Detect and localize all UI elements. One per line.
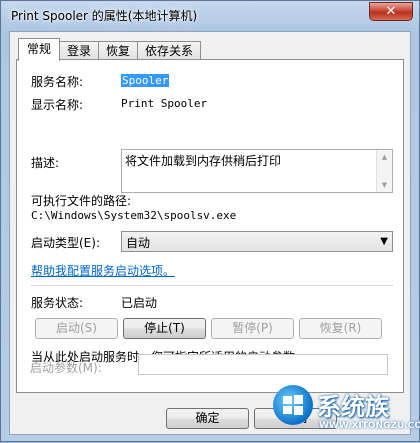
chevron-down-icon: ▼ [380,236,388,247]
start-param-label: 启动参数(M): [30,361,102,375]
exec-path-label: 可执行文件的路径: [31,194,132,208]
service-name-value[interactable]: Spooler [121,74,170,87]
service-name-label: 服务名称: [31,75,84,89]
description-scrollbar[interactable]: ▲ ▼ [376,150,392,192]
properties-dialog: Print Spooler 的属性(本地计算机) ✕ 常规 登录 恢复 依存关系… [0,0,420,442]
description-label: 描述: [31,156,60,170]
tab-recovery[interactable]: 恢复 [98,41,139,60]
pause-button[interactable]: 暂停(P) [211,318,294,339]
close-button[interactable]: ✕ [369,2,413,21]
watermark-url: WWW.XITONGZU.COM [319,421,420,431]
startup-type-value: 自动 [126,236,151,250]
watermark-brand: 系统族 [317,393,389,421]
dialog-client-area: 常规 登录 恢复 依存关系 服务名称: Spooler 显示名称: Print … [9,31,411,435]
display-name-label: 显示名称: [31,98,84,112]
resume-button[interactable]: 恢复(R) [299,318,382,339]
general-panel: 服务名称: Spooler 显示名称: Print Spooler 描述: 将文… [16,59,404,393]
close-icon: ✕ [385,4,397,19]
description-text: 将文件加载到内存供稍后打印 [125,154,282,168]
help-configure-link[interactable]: 帮助我配置服务启动选项。 [31,262,175,279]
startup-type-label: 启动类型(E): [31,236,100,250]
tab-general[interactable]: 常规 [18,38,61,61]
start-param-input[interactable] [138,354,388,375]
stop-button[interactable]: 停止(T) [123,318,206,339]
separator [31,285,393,286]
windows-logo-icon [273,385,313,425]
tab-strip: 常规 登录 恢复 依存关系 [18,38,202,61]
scroll-down-icon[interactable]: ▼ [377,178,392,192]
display-name-value[interactable]: Print Spooler [121,97,207,110]
tab-dependencies[interactable]: 依存关系 [137,41,202,60]
window-title: Print Spooler 的属性(本地计算机) [11,9,198,23]
start-button[interactable]: 启动(S) [35,318,118,339]
description-box[interactable]: 将文件加载到内存供稍后打印 ▲ ▼ [121,149,393,193]
exec-path-value[interactable]: C:\Windows\System32\spoolsv.exe [31,209,236,222]
scroll-up-icon[interactable]: ▲ [377,150,392,164]
site-watermark: 系统族 WWW.XITONGZU.COM [269,381,420,443]
ok-button[interactable]: 确定 [166,408,249,429]
startup-type-select[interactable]: 自动 ▼ [121,231,393,252]
title-bar[interactable]: Print Spooler 的属性(本地计算机) ✕ [1,1,419,31]
service-status-value: 已启动 [121,296,158,310]
service-status-label: 服务状态: [31,296,84,310]
tab-logon[interactable]: 登录 [59,41,100,60]
